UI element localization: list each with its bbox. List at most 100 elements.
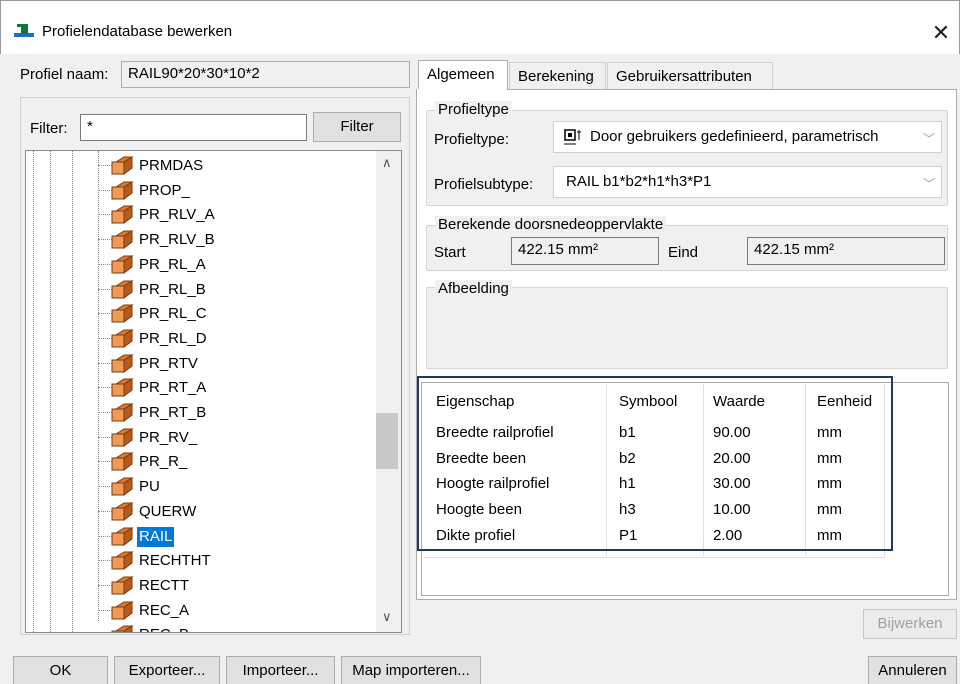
profile-cube-icon [111, 254, 134, 274]
profile-cube-icon [111, 304, 134, 324]
profieltype-label: Profieltype: [434, 131, 510, 148]
profile-cube-icon [111, 279, 134, 299]
tree-item-label: REC_A [139, 601, 190, 619]
profile-cube-icon [111, 156, 134, 175]
profile-cube-icon [111, 501, 134, 521]
tab-gebruikersattributen[interactable]: Gebruikersattributen [607, 62, 773, 90]
tree-item[interactable]: PR_RTV [26, 351, 386, 376]
profile-cube-icon [111, 427, 134, 447]
tree-item[interactable]: RECHTHT [26, 548, 386, 573]
tree-item-label: PR_R_ [139, 453, 188, 471]
tree-item-label: PROP_ [139, 181, 190, 199]
profielsubtype-label: Profielsubtype: [434, 176, 534, 193]
profile-cube-icon [111, 230, 134, 250]
filter-input[interactable]: * [80, 114, 307, 141]
area-end-label: Eind [668, 244, 699, 261]
scrollbar-thumb[interactable] [376, 413, 398, 469]
profile-cube-icon [111, 477, 134, 497]
tree-item-label: PR_RL_D [139, 329, 207, 347]
chevron-down-icon: ﹀ [922, 177, 935, 191]
tab-berekening[interactable]: Berekening [509, 62, 606, 90]
profielsubtype-select[interactable]: RAIL b1*b2*h1*h3*P1 ﹀ [553, 166, 942, 198]
profile-cube-icon [111, 378, 134, 398]
close-icon[interactable]: ✕ [926, 18, 956, 48]
tree-item-label: PR_RT_B [139, 404, 207, 421]
tree-item-label: QUERW [139, 502, 197, 520]
tree-item-label: PR_RL_B [139, 280, 206, 298]
cancel-button[interactable]: Annuleren [868, 656, 957, 684]
tree-item[interactable]: PR_RL_D [26, 326, 386, 351]
tree-item-label: REC_B [137, 625, 191, 632]
tree-item-label: PR_RT_A [139, 379, 207, 397]
tree-item-label: RAIL [137, 526, 175, 547]
export-button[interactable]: Exporteer... [114, 656, 220, 684]
profieltype-value: Door gebruikers gedefinieerd, parametris… [590, 128, 879, 145]
tree-item[interactable]: PR_RV_ [26, 425, 386, 450]
profile-cube-icon [111, 625, 134, 632]
tree-item-label: PR_RTV [139, 354, 198, 372]
tree-item[interactable]: PR_RT_B [26, 400, 386, 425]
tree-item-label: RECTT [139, 576, 189, 594]
area-start-field[interactable]: 422.15 mm² [511, 237, 659, 265]
import-button[interactable]: Importeer... [226, 656, 335, 684]
scroll-down-icon[interactable]: ∨ [382, 609, 392, 625]
area-end-field[interactable]: 422.15 mm² [747, 237, 945, 265]
window-title: Profielendatabase bewerken [42, 23, 233, 40]
tree-item[interactable]: PR_RT_A [26, 375, 386, 400]
update-button[interactable]: Bijwerken [863, 609, 957, 639]
profile-cube-icon [111, 353, 134, 373]
tree-item[interactable]: PROP_ [26, 178, 386, 203]
profile-cube-icon [111, 452, 134, 472]
image-group [426, 287, 948, 369]
filter-button[interactable]: Filter [313, 112, 401, 142]
tree-item[interactable]: PR_RL_A [26, 252, 386, 277]
map-import-button[interactable]: Map importeren... [341, 656, 481, 684]
area-start-label: Start [434, 244, 466, 261]
tree-item[interactable]: REC_A [26, 598, 386, 623]
profile-cube-icon [111, 403, 134, 422]
tree-item[interactable]: PR_R_ [26, 449, 386, 474]
profile-cube-icon [111, 205, 134, 225]
tree-item-label: RECHTHT [139, 552, 211, 570]
ok-button[interactable]: OK [13, 656, 108, 684]
tree-item-label: PR_RLV_A [139, 206, 215, 224]
tree-item[interactable]: REC_B [26, 622, 386, 632]
tree-item[interactable]: PR_RLV_B [26, 227, 386, 252]
profile-cube-icon [111, 526, 134, 546]
profile-cube-icon [111, 600, 134, 620]
tree-item[interactable]: PR_RL_C [26, 301, 386, 326]
tree-item[interactable]: PU [26, 474, 386, 499]
image-group-title: Afbeelding [435, 280, 512, 297]
tree-item-label: PR_RV_ [139, 428, 198, 446]
profile-cube-icon [111, 575, 134, 595]
profieltype-group-title: Profieltype [435, 101, 512, 118]
area-group-title: Berekende doorsnedeoppervlakte [435, 216, 667, 233]
tree-item-label: PR_RL_A [139, 255, 206, 273]
profile-name-field[interactable]: RAIL90*20*30*10*2 [121, 61, 410, 88]
tree-scrollbar[interactable]: ∧ ∨ [376, 151, 401, 632]
parametric-profile-icon [564, 129, 581, 145]
filter-label: Filter: [30, 120, 68, 137]
profielsubtype-value: RAIL b1*b2*h1*h3*P1 [566, 173, 712, 190]
profile-name-label: Profiel naam: [20, 66, 109, 83]
app-icon [14, 24, 34, 37]
tab-algemeen[interactable]: Algemeen [418, 60, 508, 90]
profieltype-select[interactable]: Door gebruikers gedefinieerd, parametris… [553, 121, 942, 153]
chevron-down-icon: ﹀ [922, 132, 935, 146]
tree-item[interactable]: PR_RLV_A [26, 202, 386, 227]
tree-item-label: PR_RLV_B [139, 231, 215, 249]
tree-item[interactable]: QUERW [26, 499, 386, 524]
tree-item[interactable]: RAIL [26, 524, 386, 549]
scroll-up-icon[interactable]: ∧ [382, 155, 392, 171]
tree-item-label: PR_RL_C [139, 305, 207, 323]
tree-item-label: PRMDAS [139, 157, 204, 174]
tree-item-label: PU [139, 478, 160, 496]
profile-cube-icon [111, 328, 134, 348]
profile-cube-icon [111, 551, 134, 571]
profile-tree[interactable]: PRMDAS PROP_ PR_RLV_A PR_RLV_B PR_RL_A PR_RL_… [25, 150, 402, 633]
tree-item[interactable]: PRMDAS [26, 153, 386, 178]
tree-item[interactable]: RECTT [26, 573, 386, 598]
profile-cube-icon [111, 180, 134, 200]
tree-item[interactable]: PR_RL_B [26, 277, 386, 302]
highlight-rectangle [417, 376, 893, 551]
